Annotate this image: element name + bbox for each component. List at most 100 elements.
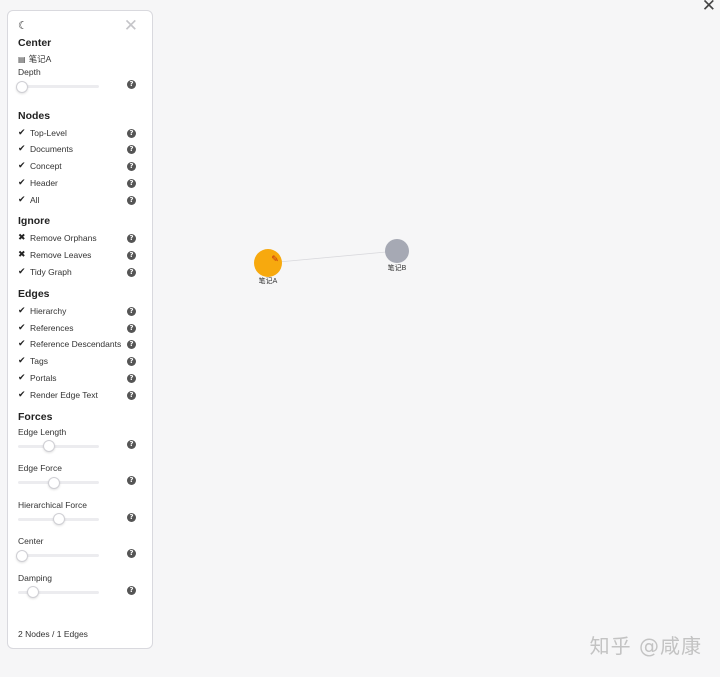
forces-options: Edge Length? Edge Force? Hierarchical Forc… [16, 426, 152, 609]
force-slider-thumb[interactable] [48, 476, 61, 489]
force-slider-thumb[interactable] [26, 586, 39, 599]
ignore-heading: Ignore [18, 215, 51, 228]
depth-slider[interactable] [16, 80, 99, 93]
force-slider[interactable] [18, 513, 99, 526]
help-icon[interactable]: ? [127, 340, 136, 350]
help-icon[interactable]: ? [127, 195, 136, 205]
option-row[interactable]: ✔ Portals? [18, 370, 152, 387]
help-icon[interactable]: ? [127, 162, 136, 172]
option-label: Header [30, 177, 58, 188]
moon-icon[interactable]: ☾ [18, 19, 28, 32]
option-row[interactable]: ✔ Top-Level? [18, 125, 152, 142]
force-slider-thumb[interactable] [52, 513, 65, 526]
option-label: Concept [30, 161, 62, 172]
option-label: Documents [30, 144, 73, 155]
nodes-heading: Nodes [18, 109, 51, 122]
force-setting: Edge Length? [18, 426, 152, 463]
force-slider[interactable] [16, 549, 99, 562]
option-label: Remove Orphans [30, 233, 97, 244]
checkmark-icon[interactable]: ✔ [18, 303, 29, 320]
help-icon[interactable]: ? [127, 178, 136, 188]
graph-edge [267, 250, 398, 264]
option-label: Reference Descendants [30, 339, 122, 350]
graph-node[interactable]: 笔记B [385, 239, 409, 272]
help-icon[interactable]: ? [127, 234, 136, 244]
help-icon[interactable]: ? [127, 80, 136, 89]
option-label: Top-Level [30, 127, 67, 138]
help-icon[interactable]: ? [127, 268, 136, 278]
force-label: Edge Length [18, 426, 67, 437]
option-row[interactable]: ✖ Remove Leaves? [18, 247, 152, 264]
help-icon[interactable]: ? [127, 128, 136, 138]
force-slider[interactable] [18, 440, 99, 453]
help-icon[interactable]: ? [127, 374, 136, 384]
option-row[interactable]: ✔ Header? [18, 175, 152, 192]
checkmark-icon[interactable]: ✔ [18, 141, 29, 158]
help-icon[interactable]: ? [127, 251, 136, 261]
help-icon[interactable]: ? [127, 306, 136, 316]
checkmark-icon[interactable]: ✔ [18, 158, 29, 175]
option-row[interactable]: ✔ Hierarchy? [18, 303, 152, 320]
option-row[interactable]: ✔ All? [18, 192, 152, 209]
help-icon[interactable]: ? [127, 357, 136, 367]
option-row[interactable]: ✔ Concept? [18, 158, 152, 175]
center-node-label: 笔记A [28, 54, 52, 64]
graph-node-label: 笔记A [259, 276, 278, 285]
depth-slider-thumb[interactable] [16, 80, 28, 93]
help-icon[interactable]: ? [127, 323, 136, 333]
option-row[interactable]: ✔ Render Edge Text? [18, 387, 152, 404]
watermark: 知乎 @咸康 [589, 634, 702, 658]
option-label: References [30, 322, 74, 333]
graph-settings-panel: ☾ ✕ Center ▤ 笔记A Depth ? Nodes ✔ Top-Level… [7, 10, 153, 649]
center-node: ▤ 笔记A [18, 52, 152, 66]
document-icon: ▤ [18, 55, 26, 64]
force-label: Hierarchical Force [18, 499, 87, 510]
help-icon[interactable]: ? [127, 549, 136, 559]
depth-label: Depth [18, 67, 41, 77]
center-heading: Center [18, 37, 52, 49]
help-icon[interactable]: ? [127, 476, 136, 486]
help-icon[interactable]: ? [127, 512, 136, 522]
option-row[interactable]: ✔ Reference Descendants? [18, 336, 152, 353]
graph-stats: 2 Nodes / 1 Edges [18, 629, 88, 639]
force-slider-thumb[interactable] [42, 440, 55, 453]
graph-node-label: 笔记B [388, 263, 407, 272]
option-label: Tags [30, 356, 48, 367]
force-setting: Edge Force? [18, 462, 152, 499]
checkmark-icon[interactable]: ✔ [18, 353, 29, 370]
option-row[interactable]: ✖ Remove Orphans? [18, 230, 152, 247]
cross-icon[interactable]: ✖ [18, 230, 29, 247]
help-icon[interactable]: ? [127, 585, 136, 595]
force-setting: Damping? [18, 572, 152, 609]
force-label: Center [18, 536, 44, 547]
help-icon[interactable]: ? [127, 145, 136, 155]
option-row[interactable]: ✔ Tidy Graph? [18, 264, 152, 281]
help-icon[interactable]: ? [127, 390, 136, 400]
depth-setting: Depth ? [16, 66, 152, 103]
force-slider-thumb[interactable] [16, 549, 28, 562]
panel-close-icon[interactable]: ✕ [124, 16, 138, 36]
help-icon[interactable]: ? [127, 439, 136, 449]
checkmark-icon[interactable]: ✔ [18, 336, 29, 353]
window-close-icon[interactable]: ✕ [702, 0, 716, 15]
option-row[interactable]: ✔ Documents? [18, 141, 152, 158]
checkmark-icon[interactable]: ✔ [18, 320, 29, 337]
graph-node[interactable]: ✎ 笔记A [254, 249, 282, 285]
forces-heading: Forces [18, 410, 53, 423]
checkmark-icon[interactable]: ✔ [18, 192, 29, 209]
checkmark-icon[interactable]: ✔ [18, 264, 29, 281]
checkmark-icon[interactable]: ✔ [18, 387, 29, 404]
checkmark-icon[interactable]: ✔ [18, 370, 29, 387]
option-row[interactable]: ✔ Tags? [18, 353, 152, 370]
graph-node-circle[interactable] [385, 239, 409, 263]
force-setting: Center? [16, 535, 152, 572]
option-row[interactable]: ✔ References? [18, 320, 152, 337]
option-label: Hierarchy [30, 305, 67, 316]
checkmark-icon[interactable]: ✔ [18, 125, 29, 142]
force-slider[interactable] [18, 586, 99, 599]
nodes-options: ✔ Top-Level? ✔ Documents? ✔ Concept? ✔ Header? ✔… [18, 125, 152, 209]
option-label: Tidy Graph [30, 267, 72, 278]
cross-icon[interactable]: ✖ [18, 247, 29, 264]
force-slider[interactable] [18, 476, 99, 489]
checkmark-icon[interactable]: ✔ [18, 175, 29, 192]
